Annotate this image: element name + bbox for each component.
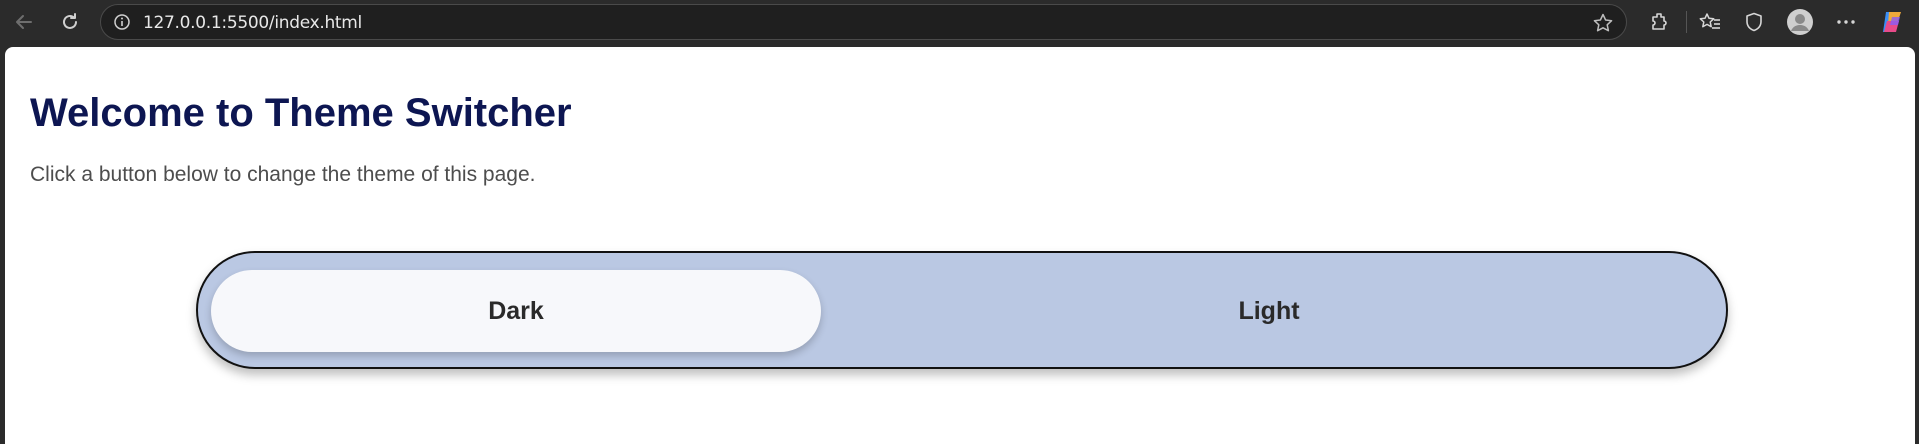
star-icon[interactable] — [1592, 12, 1614, 34]
profile-avatar-icon[interactable] — [1785, 7, 1815, 37]
theme-switcher: Dark Light — [196, 251, 1728, 369]
back-arrow-icon[interactable] — [9, 7, 39, 37]
light-theme-button[interactable]: Light — [964, 270, 1574, 352]
page-description: Click a button below to change the theme… — [30, 163, 536, 186]
favorites-icon[interactable] — [1697, 9, 1723, 35]
page-title: Welcome to Theme Switcher — [30, 91, 572, 135]
extensions-icon[interactable] — [1647, 9, 1673, 35]
address-bar[interactable]: 127.0.0.1:5500/index.html — [100, 4, 1627, 40]
browser-toolbar: 127.0.0.1:5500/index.html — [0, 0, 1919, 44]
info-icon[interactable] — [113, 13, 131, 31]
reload-icon[interactable] — [55, 7, 85, 37]
url-text[interactable]: 127.0.0.1:5500/index.html — [143, 13, 362, 33]
page-content: Welcome to Theme Switcher Click a button… — [5, 47, 1915, 444]
shield-icon[interactable] — [1741, 9, 1767, 35]
copilot-icon[interactable] — [1879, 9, 1905, 35]
dark-theme-button[interactable]: Dark — [211, 270, 821, 352]
toolbar-divider — [1686, 11, 1687, 33]
more-icon[interactable] — [1833, 9, 1859, 35]
